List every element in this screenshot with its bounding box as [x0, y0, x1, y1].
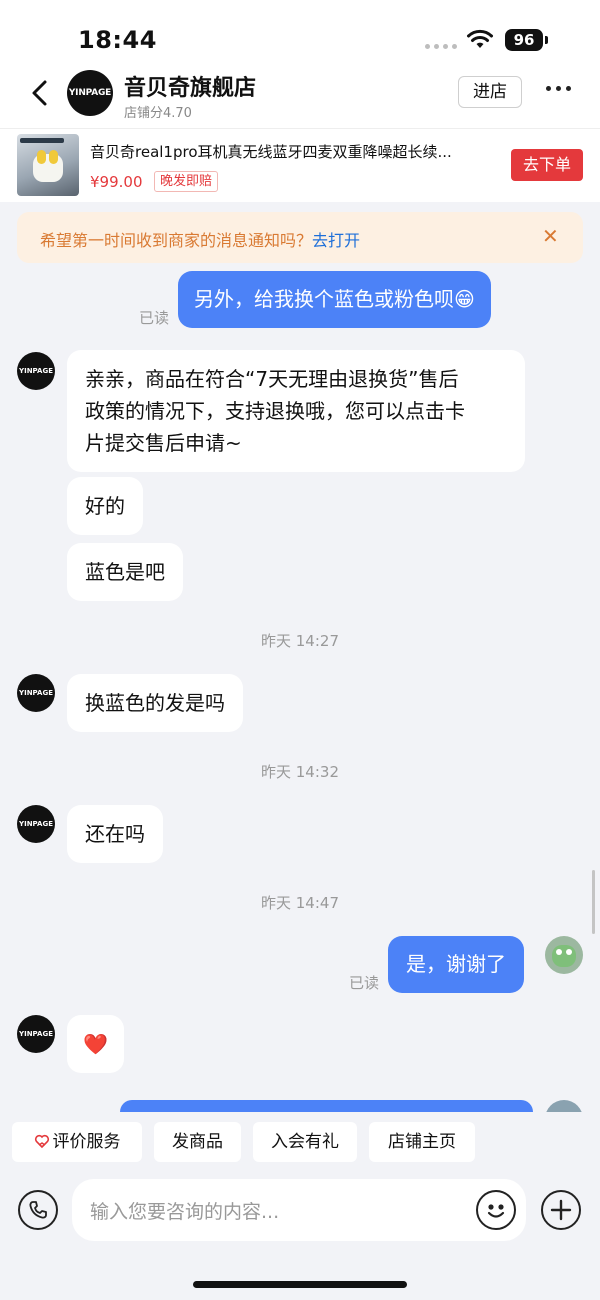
message-bubble-in[interactable]: 还在吗 — [67, 805, 163, 863]
message-bubble-out[interactable]: 是，谢谢了 — [388, 936, 524, 993]
product-card[interactable]: 音贝奇real1pro耳机真无线蓝牙四麦双重降噪超长续... ¥99.00 晚发… — [0, 128, 600, 202]
enter-store-button[interactable]: 进店 — [458, 76, 522, 108]
read-status: 已读 — [349, 974, 380, 992]
wifi-icon — [467, 29, 493, 48]
shop-avatar-small[interactable]: YINPAGE — [17, 805, 55, 843]
message-bubble-in[interactable]: 好的 — [67, 477, 143, 535]
timestamp: 昨天 14:32 — [261, 763, 339, 781]
battery-icon: 96 — [505, 29, 543, 51]
read-status: 已读 — [139, 309, 170, 327]
close-icon[interactable]: ✕ — [542, 224, 559, 248]
home-indicator[interactable] — [193, 1281, 407, 1288]
message-input[interactable]: 输入您要咨询的内容... — [72, 1179, 526, 1241]
product-image — [17, 134, 79, 196]
timestamp: 昨天 14:47 — [261, 894, 339, 912]
service-icon — [34, 1134, 49, 1149]
message-bubble-in[interactable]: 亲亲，商品在符合“7天无理由退换货”售后 政策的情况下，支持退换哦，您可以点击卡… — [67, 350, 525, 472]
status-time: 18:44 — [78, 26, 157, 54]
shop-avatar-small[interactable]: YINPAGE — [17, 674, 55, 712]
quick-action-shop-home[interactable]: 店铺主页 — [369, 1122, 475, 1162]
product-title: 音贝奇real1pro耳机真无线蓝牙四麦双重降噪超长续... — [90, 143, 452, 161]
back-icon[interactable] — [26, 78, 56, 108]
message-bubble-in[interactable]: 蓝色是吧 — [67, 543, 183, 601]
more-icon[interactable] — [546, 86, 571, 91]
notice-open-link[interactable]: 去打开 — [312, 231, 360, 250]
phone-icon[interactable] — [18, 1190, 58, 1230]
signal-dots-icon — [425, 44, 457, 49]
scrollbar[interactable] — [592, 870, 595, 934]
shop-avatar[interactable]: YINPAGE — [67, 70, 113, 116]
timestamp: 昨天 14:27 — [261, 632, 339, 650]
product-tag: 晚发即赔 — [154, 171, 219, 192]
shop-score: 店铺分4.70 — [124, 106, 192, 121]
message-bubble-in[interactable]: 换蓝色的发是吗 — [67, 674, 243, 732]
input-placeholder: 输入您要咨询的内容... — [90, 1201, 280, 1223]
quick-action-review[interactable]: 评价服务 — [12, 1122, 142, 1162]
plus-icon[interactable] — [541, 1190, 581, 1230]
shop-avatar-small[interactable]: YINPAGE — [17, 352, 55, 390]
quick-action-membership[interactable]: 入会有礼 — [253, 1122, 357, 1162]
product-price: ¥99.00 — [90, 173, 143, 191]
status-bar: 18:44 96 — [0, 0, 600, 62]
message-bubble-in[interactable]: ❤️ — [67, 1015, 124, 1073]
emoji-icon[interactable] — [476, 1190, 516, 1230]
notice-text: 希望第一时间收到商家的消息通知吗？去打开 — [40, 231, 361, 250]
message-bubble-out[interactable]: 另外，给我换个蓝色或粉色呗😁 — [178, 271, 491, 328]
shop-name: 音贝奇旗舰店 — [124, 76, 257, 101]
quick-action-send-product[interactable]: 发商品 — [154, 1122, 241, 1162]
order-button[interactable]: 去下单 — [511, 149, 583, 181]
shop-avatar-small[interactable]: YINPAGE — [17, 1015, 55, 1053]
user-avatar[interactable] — [545, 936, 583, 974]
battery-tip — [545, 36, 548, 44]
notification-banner: 希望第一时间收到商家的消息通知吗？去打开 ✕ — [17, 212, 583, 263]
input-bar: 输入您要咨询的内容... — [0, 1168, 600, 1300]
chat-header: YINPAGE 音贝奇旗舰店 店铺分4.70 进店 — [0, 62, 600, 128]
